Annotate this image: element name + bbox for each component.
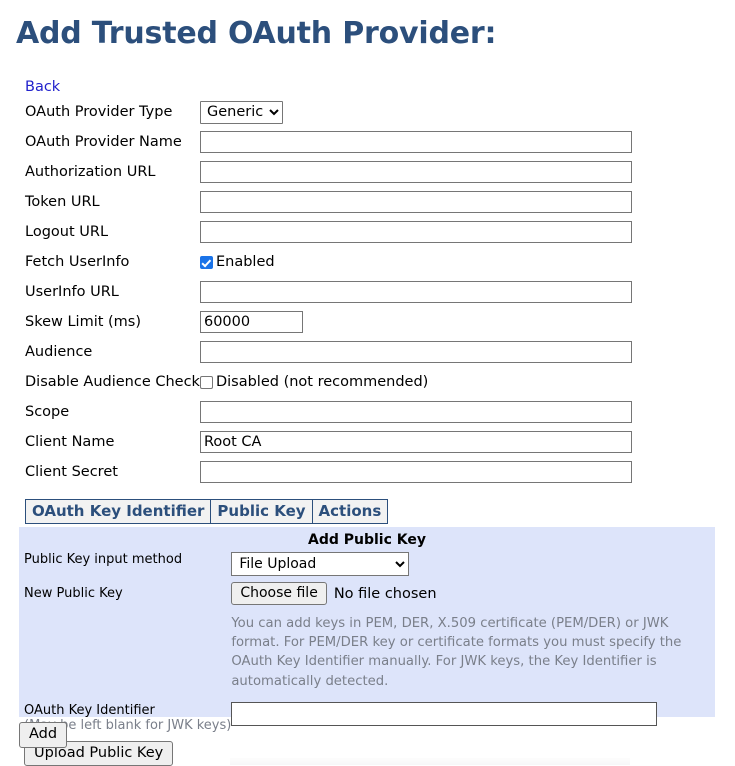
label-public-key-input-method: Public Key input method [24, 552, 183, 567]
label-client-secret: Client Secret [25, 464, 118, 480]
cell-oauth-key-identifier [231, 691, 713, 733]
form-row-logout-url: Logout URL [25, 217, 632, 247]
userinfo-url-input[interactable] [199, 281, 632, 303]
add-public-key-title: Add Public Key [308, 532, 426, 548]
pk-row-key-identifier: OAuth Key Identifier (May be left blank … [24, 691, 713, 733]
cell-fetch-userinfo: Enabled [199, 247, 632, 277]
cell-authorization-url [199, 157, 632, 187]
add-public-key-form: Public Key input method File Upload New … [24, 552, 713, 733]
column-header-oauth-key-identifier: OAuth Key Identifier [24, 499, 212, 524]
client-secret-input[interactable] [199, 461, 632, 483]
token-url-input[interactable] [199, 191, 632, 213]
scope-input[interactable] [199, 401, 632, 423]
cell-skew-limit [199, 307, 632, 337]
label-authorization-url: Authorization URL [25, 164, 156, 180]
cell-client-secret [199, 457, 632, 487]
form-row-audience: Audience [25, 337, 632, 367]
disable-audience-check-checkbox-label: Disabled (not recommended) [215, 374, 429, 390]
cell-scope [199, 397, 632, 427]
fetch-userinfo-checkbox[interactable] [199, 255, 213, 269]
label-oauth-provider-type: OAuth Provider Type [25, 104, 173, 120]
oauth-provider-type-select[interactable]: Generic [199, 100, 283, 124]
form-row-authorization-url: Authorization URL [25, 157, 632, 187]
form-row-scope: Scope [25, 397, 632, 427]
label-fetch-userinfo: Fetch UserInfo [25, 254, 130, 270]
form-row-userinfo-url: UserInfo URL [25, 277, 632, 307]
authorization-url-input[interactable] [199, 161, 632, 183]
back-link[interactable]: Back [25, 79, 60, 95]
label-oauth-key-identifier: OAuth Key Identifier [24, 702, 155, 718]
public-key-input-method-select[interactable]: File Upload [231, 552, 410, 576]
logout-url-input[interactable] [199, 221, 632, 243]
cell-token-url [199, 187, 632, 217]
oauth-provider-name-input[interactable] [199, 131, 632, 153]
add-button-wrap: Add [19, 722, 68, 748]
column-header-actions: Actions [311, 499, 389, 524]
fetch-userinfo-checkbox-row[interactable]: Enabled [199, 254, 632, 270]
form-row-client-secret: Client Secret [25, 457, 632, 487]
cell-oauth-provider-name [199, 127, 632, 157]
cell-oauth-provider-type: Generic [199, 97, 632, 127]
page-title: Add Trusted OAuth Provider: [16, 16, 497, 51]
form-row-client-name: Client Name [25, 427, 632, 457]
file-upload-row: Choose file No file chosen [231, 582, 713, 606]
fetch-userinfo-checkbox-label: Enabled [215, 254, 275, 270]
cell-userinfo-url [199, 277, 632, 307]
label-scope: Scope [25, 404, 70, 420]
cell-public-key-input-method: File Upload [231, 552, 713, 576]
form-row-disable-audience-check: Disable Audience Check Disabled (not rec… [25, 367, 632, 397]
label-oauth-provider-name: OAuth Provider Name [25, 134, 182, 150]
form-row-provider-name: OAuth Provider Name [25, 127, 632, 157]
form-row-skew-limit: Skew Limit (ms) [25, 307, 632, 337]
client-name-input[interactable] [199, 431, 632, 453]
form-row-token-url: Token URL [25, 187, 632, 217]
label-new-public-key: New Public Key [24, 586, 123, 601]
disable-audience-check-checkbox-row[interactable]: Disabled (not recommended) [199, 374, 632, 390]
label-disable-audience-check: Disable Audience Check [25, 374, 200, 390]
audience-input[interactable] [199, 341, 632, 363]
label-token-url: Token URL [25, 194, 100, 210]
label-skew-limit: Skew Limit (ms) [25, 314, 142, 330]
label-userinfo-url: UserInfo URL [25, 284, 119, 300]
file-chosen-status: No file chosen [333, 585, 437, 602]
provider-form: OAuth Provider Type Generic OAuth Provid… [25, 97, 632, 487]
pk-row-new-public-key: New Public Key Choose file No file chose… [24, 576, 713, 691]
pk-row-input-method: Public Key input method File Upload [24, 552, 713, 576]
label-client-name: Client Name [25, 434, 115, 450]
add-button[interactable]: Add [19, 722, 68, 748]
disable-audience-check-checkbox[interactable] [199, 375, 213, 389]
form-row-fetch-userinfo: Fetch UserInfo Enabled [25, 247, 632, 277]
cell-client-name [199, 427, 632, 457]
oauth-keys-table: OAuth Key Identifier Public Key Actions [24, 499, 389, 524]
add-public-key-panel: Add Public Key Public Key input method F… [19, 527, 715, 766]
form-row-provider-type: OAuth Provider Type Generic [25, 97, 632, 127]
bottom-edge-artifact [230, 758, 630, 765]
cell-logout-url [199, 217, 632, 247]
cell-new-public-key: Choose file No file chosen You can add k… [231, 576, 713, 691]
oauth-key-identifier-input[interactable] [231, 701, 658, 726]
skew-limit-input[interactable] [199, 311, 303, 333]
label-logout-url: Logout URL [25, 224, 109, 240]
column-header-public-key: Public Key [210, 499, 313, 524]
table-header-row: OAuth Key Identifier Public Key Actions [24, 499, 389, 524]
cell-audience [199, 337, 632, 367]
choose-file-button[interactable]: Choose file [231, 582, 327, 606]
cell-disable-audience-check: Disabled (not recommended) [199, 367, 632, 397]
label-audience: Audience [25, 344, 93, 360]
public-key-help-text: You can add keys in PEM, DER, X.509 cert… [231, 616, 682, 689]
